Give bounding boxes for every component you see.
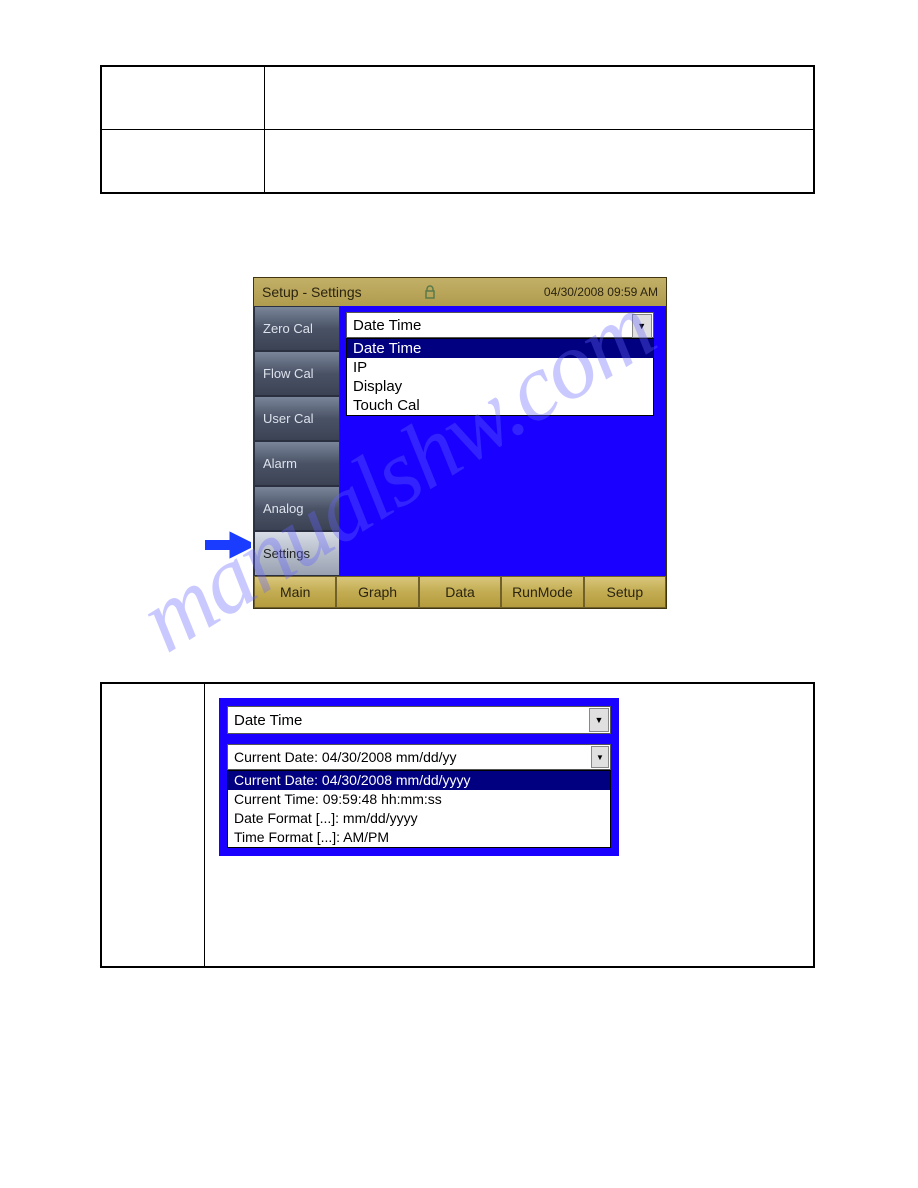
side-tab-flow-cal[interactable]: Flow Cal [254,351,340,396]
side-tab-settings[interactable]: Settings [254,531,340,576]
side-tab-alarm[interactable]: Alarm [254,441,340,486]
dropdown-value: Date Time [234,712,302,729]
option-current-date[interactable]: Current Date: 04/30/2008 mm/dd/yyyy [228,771,610,790]
device-screen: Setup - Settings 04/30/2008 09:59 AM Zer… [253,277,667,609]
option-date-format[interactable]: Date Format [...]: mm/dd/yyyy [228,809,610,828]
dropdown-value: Date Time [353,317,421,334]
side-tab-user-cal[interactable]: User Cal [254,396,340,441]
dropdown-option-date-time[interactable]: Date Time [347,339,653,358]
side-tab-analog[interactable]: Analog [254,486,340,531]
table-cell: Date Time ▼ Current Date: 04/30/2008 mm/… [205,683,815,967]
option-time-format[interactable]: Time Format [...]: AM/PM [228,828,610,847]
settings-dropdown[interactable]: Date Time ▼ [346,312,654,338]
table-cell [101,683,205,967]
dropdown-option-display[interactable]: Display [347,377,653,396]
settings-dropdown-list: Date Time IP Display Touch Cal [346,338,654,416]
tab-runmode[interactable]: RunMode [501,576,583,608]
side-tab-zero-cal[interactable]: Zero Cal [254,306,340,351]
screen-title: Setup - Settings [262,284,362,300]
table-cell [101,66,265,130]
dropdown-option-ip[interactable]: IP [347,358,653,377]
lower-table: Date Time ▼ Current Date: 04/30/2008 mm/… [100,682,815,968]
side-tabs: Zero Cal Flow Cal User Cal Alarm Analog … [254,306,340,576]
datetime-dropdown[interactable]: Date Time ▼ [227,706,611,734]
bottom-tabs: Main Graph Data RunMode Setup [254,576,666,608]
main-area: Date Time ▼ Date Time IP Display Touch C… [340,306,666,576]
tab-setup[interactable]: Setup [584,576,666,608]
tab-graph[interactable]: Graph [336,576,418,608]
chevron-down-icon[interactable]: ▼ [589,708,609,732]
table-cell [265,130,815,194]
screen-timestamp: 04/30/2008 09:59 AM [544,285,658,299]
lock-icon [424,285,436,299]
top-table [100,65,815,194]
tab-main[interactable]: Main [254,576,336,608]
datetime-options-list: Current Date: 04/30/2008 mm/dd/yyyy Curr… [227,770,611,848]
chevron-down-icon[interactable]: ▼ [632,314,652,338]
table-cell [265,66,815,130]
datetime-panel: Date Time ▼ Current Date: 04/30/2008 mm/… [219,698,619,856]
dropdown-option-touch-cal[interactable]: Touch Cal [347,396,653,415]
table-cell [101,130,265,194]
field-value: Current Date: 04/30/2008 mm/dd/yy [234,749,457,765]
tab-data[interactable]: Data [419,576,501,608]
arrow-icon [203,531,251,564]
current-value-field[interactable]: Current Date: 04/30/2008 mm/dd/yy ▼ [227,744,611,770]
option-current-time[interactable]: Current Time: 09:59:48 hh:mm:ss [228,790,610,809]
chevron-down-icon[interactable]: ▼ [591,746,609,768]
title-bar: Setup - Settings 04/30/2008 09:59 AM [254,278,666,306]
